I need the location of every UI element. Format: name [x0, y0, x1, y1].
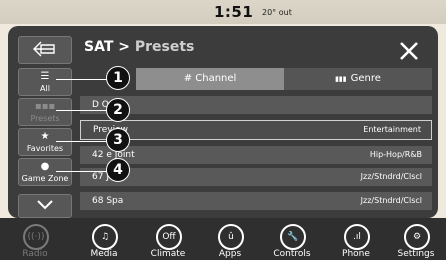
scroll-down-button[interactable]	[18, 194, 72, 218]
back-button[interactable]	[18, 36, 72, 64]
nav-settings[interactable]: ⚙ Settings	[386, 218, 446, 260]
channel-row[interactable]: 67 Jazz Jzz/Stndrd/Clscl	[80, 168, 432, 186]
callout-1: 1	[106, 66, 130, 90]
nav-media[interactable]: ♫ Media	[74, 218, 134, 260]
callout-leader	[56, 79, 108, 80]
nav-climate[interactable]: Off Climate	[138, 218, 198, 260]
phone-signal-icon: .ıl	[344, 224, 370, 250]
nav-label: Apps	[218, 249, 242, 259]
callout-leader	[56, 141, 108, 142]
outside-temp: 20° out	[262, 8, 292, 17]
channel-genre: Jzz/Stndrd/Clscl	[360, 196, 422, 205]
screen: 1:51 20° out SAT > Presets ☰ All ▪▪▪ Pre…	[0, 0, 446, 260]
channel-genre: Hip-Hop/R&B	[369, 150, 422, 159]
gear-icon: ⚙	[404, 224, 430, 250]
wrench-icon: 🔧	[280, 224, 306, 250]
breadcrumb-sat: SAT	[84, 39, 114, 55]
apps-icon: û	[218, 224, 244, 250]
side-button-label: All	[40, 84, 50, 93]
breadcrumb-separator: >	[113, 39, 135, 55]
side-button-label: Presets	[30, 114, 60, 123]
callout-3: 3	[106, 128, 130, 152]
tab-genre[interactable]: ▮▮▮ Genre	[284, 68, 432, 90]
status-bar: 1:51 20° out	[0, 0, 446, 24]
genre-icon: ▮▮▮	[335, 75, 347, 83]
tab-channel[interactable]: # Channel	[136, 68, 284, 90]
nav-label: Controls	[273, 249, 311, 259]
channel-name: 68 Spa	[92, 196, 124, 206]
channel-genre: Jzz/Stndrd/Clscl	[360, 172, 422, 181]
channel-genre: Entertainment	[363, 125, 421, 134]
chevron-down-icon	[37, 200, 53, 210]
close-icon	[400, 42, 418, 60]
climate-icon: Off	[156, 224, 182, 250]
list-icon: ☰	[40, 71, 50, 82]
back-arrow-icon	[33, 41, 55, 57]
side-button-presets[interactable]: ▪▪▪ Presets	[18, 98, 72, 126]
side-button-all[interactable]: ☰ All	[18, 68, 72, 96]
radio-icon: ((·))	[23, 224, 49, 250]
callout-4: 4	[106, 158, 130, 182]
nav-apps[interactable]: û Apps	[200, 218, 260, 260]
side-button-label: Favorites	[26, 144, 64, 153]
callout-2: 2	[106, 98, 130, 122]
breadcrumb-presets: Presets	[134, 39, 195, 55]
nav-label: Phone	[342, 249, 370, 259]
channel-row[interactable]: 68 Spa Jzz/Stndrd/Clscl	[80, 192, 432, 210]
music-note-icon: ♫	[92, 224, 118, 250]
side-button-game-zone[interactable]: ● Game Zone	[18, 158, 72, 186]
callout-leader	[56, 171, 108, 172]
side-button-favorites[interactable]: ★ Favorites	[18, 128, 72, 156]
nav-label: Climate	[150, 249, 186, 259]
nav-label: Settings	[397, 249, 435, 259]
page-title: SAT > Presets	[84, 39, 194, 55]
nav-radio[interactable]: ((·)) Radio	[5, 218, 65, 260]
nav-controls[interactable]: 🔧 Controls	[262, 218, 322, 260]
nav-phone[interactable]: .ıl Phone	[326, 218, 386, 260]
tab-bar: # Channel ▮▮▮ Genre	[136, 68, 432, 90]
tab-genre-label: Genre	[350, 73, 381, 84]
side-button-label: Game Zone	[21, 174, 69, 183]
nav-label: Radio	[22, 249, 48, 259]
close-button[interactable]	[386, 36, 432, 66]
channel-row[interactable]: 42 e Joint Hip-Hop/R&B	[80, 146, 432, 164]
callout-leader	[56, 110, 108, 111]
nav-label: Media	[90, 249, 118, 259]
bottom-nav-bar: ((·)) Radio ♫ Media Off Climate û Apps 🔧…	[0, 218, 446, 260]
channel-row[interactable]: D O ID	[80, 96, 432, 114]
channel-row-selected[interactable]: Preview Entertainment	[80, 120, 432, 140]
presets-icon: ▪▪▪	[34, 101, 56, 112]
clock: 1:51	[214, 3, 254, 21]
